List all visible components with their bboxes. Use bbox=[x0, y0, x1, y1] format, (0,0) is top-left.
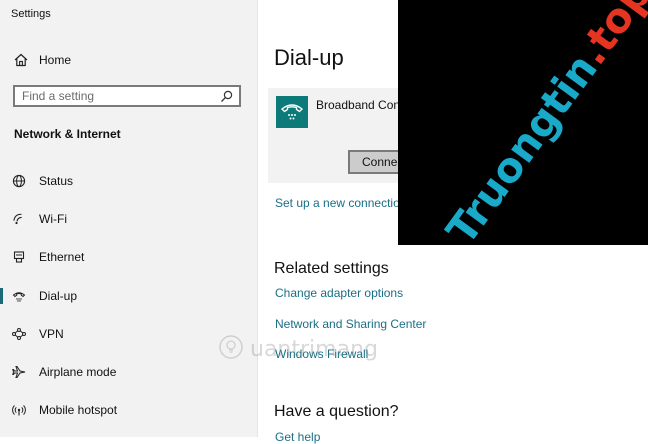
sidebar-item-label: Dial-up bbox=[39, 289, 78, 303]
search-box[interactable] bbox=[13, 85, 241, 107]
related-settings-heading: Related settings bbox=[274, 260, 389, 277]
dialup-connection-icon bbox=[276, 96, 308, 128]
dialup-icon bbox=[11, 288, 27, 304]
watermark-text-part1: Truongtin bbox=[437, 45, 607, 245]
sidebar-item-label: Status bbox=[39, 174, 74, 188]
search-input[interactable] bbox=[15, 89, 212, 103]
app-title: Settings bbox=[11, 8, 51, 20]
connection-name: Broadband Conn bbox=[316, 98, 407, 112]
sidebar-item-dialup[interactable]: Dial-up bbox=[0, 281, 257, 311]
hotspot-icon bbox=[11, 402, 27, 418]
sidebar-item-label: Airplane mode bbox=[39, 365, 117, 379]
network-sharing-center-link[interactable]: Network and Sharing Center bbox=[275, 317, 426, 331]
sidebar-item-label: VPN bbox=[39, 327, 64, 341]
sidebar-item-ethernet[interactable]: Ethernet bbox=[0, 242, 257, 272]
home-icon bbox=[12, 51, 30, 69]
wifi-icon bbox=[11, 211, 27, 227]
quantrimang-watermark: uantrimang bbox=[218, 334, 378, 365]
sidebar-item-label: Wi-Fi bbox=[39, 212, 67, 226]
sidebar-item-mobile-hotspot[interactable]: Mobile hotspot bbox=[0, 395, 257, 425]
page-title: Dial-up bbox=[274, 45, 344, 70]
quantrimang-watermark-text: uantrimang bbox=[250, 337, 378, 362]
sidebar-item-wifi[interactable]: Wi-Fi bbox=[0, 204, 257, 234]
home-label: Home bbox=[39, 53, 72, 67]
sidebar: Settings Home Network & Internet Status … bbox=[0, 0, 258, 437]
airplane-icon bbox=[11, 364, 27, 380]
globe-icon bbox=[11, 173, 27, 189]
truongtin-watermark: Truongtin.top bbox=[437, 0, 648, 245]
search-icon[interactable] bbox=[220, 90, 233, 103]
get-help-link[interactable]: Get help bbox=[275, 430, 320, 444]
question-heading: Have a question? bbox=[274, 403, 399, 420]
sidebar-item-label: Ethernet bbox=[39, 250, 85, 264]
watermark-overlay: Truongtin.top bbox=[398, 0, 648, 245]
section-title: Network & Internet bbox=[14, 127, 121, 141]
change-adapter-options-link[interactable]: Change adapter options bbox=[275, 286, 403, 300]
sidebar-item-label: Mobile hotspot bbox=[39, 403, 118, 417]
nav-home[interactable]: Home bbox=[0, 46, 257, 74]
ethernet-icon bbox=[11, 249, 27, 265]
vpn-icon bbox=[11, 326, 27, 342]
lightbulb-icon bbox=[218, 334, 244, 365]
sidebar-item-status[interactable]: Status bbox=[0, 166, 257, 196]
setup-connection-link[interactable]: Set up a new connection bbox=[275, 196, 406, 210]
